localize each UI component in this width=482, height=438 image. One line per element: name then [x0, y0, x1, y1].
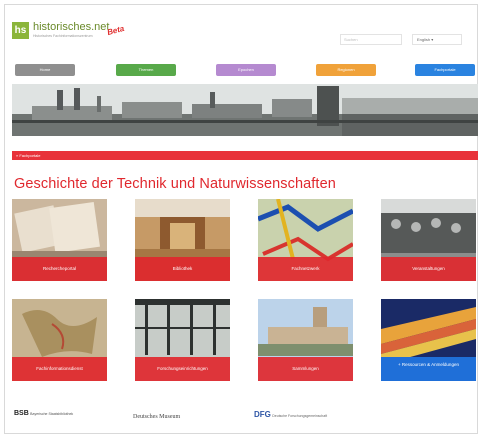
- tile-label: Fachinformationsdienst: [12, 357, 107, 381]
- tile-label: Forschungseinrichtungen: [135, 357, 230, 381]
- bsb-logo-text: Bayerische Staatsbibliothek: [30, 412, 74, 416]
- nav-home-button[interactable]: Home: [15, 64, 75, 76]
- deutsches-museum-logo[interactable]: Deutsches Museum: [133, 414, 180, 420]
- dfg-logo[interactable]: DFG Deutsche Forschungsgemeinschaft: [254, 410, 327, 419]
- bsb-logo-mark: BSB: [14, 410, 29, 417]
- tile-label: Veranstaltungen: [381, 257, 476, 281]
- bsb-logo[interactable]: BSB Bayerische Staatsbibliothek: [14, 410, 73, 417]
- tile-label: Fachnetzwerk: [258, 257, 353, 281]
- tile-forschungseinrichtungen[interactable]: Forschungseinrichtungen: [135, 299, 230, 381]
- nav-epochen-button[interactable]: Epochen: [216, 64, 276, 76]
- dfg-logo-text: Deutsche Forschungsgemeinschaft: [272, 414, 328, 418]
- tile-ressourcen[interactable]: + Ressourcen & Anmeldungen: [381, 299, 476, 381]
- nav-themen-button[interactable]: Themen: [116, 64, 176, 76]
- tile-bibliothek[interactable]: Bibliothek: [135, 199, 230, 281]
- site-title[interactable]: historisches.net: [33, 21, 109, 33]
- tile-fachnetzwerk[interactable]: Fachnetzwerk: [258, 199, 353, 281]
- page-title: Geschichte der Technik und Naturwissensc…: [14, 176, 336, 192]
- tile-sammlungen[interactable]: Sammlungen: [258, 299, 353, 381]
- language-select[interactable]: English ▾: [412, 34, 462, 45]
- tile-label: Sammlungen: [258, 357, 353, 381]
- tile-rechercheportal[interactable]: Rechercheportal: [12, 199, 107, 281]
- tile-label: + Ressourcen & Anmeldungen: [381, 357, 476, 381]
- search-input[interactable]: Suchen: [340, 34, 402, 45]
- dfg-logo-mark: DFG: [254, 410, 271, 419]
- site-logo[interactable]: hs: [12, 22, 29, 39]
- deutsches-museum-logo-text: Deutsches Museum: [133, 414, 181, 420]
- tile-label: Rechercheportal: [12, 257, 107, 281]
- panorama-image: [12, 84, 478, 136]
- nav-regionen-button[interactable]: Regionen: [316, 64, 376, 76]
- tile-veranstaltungen[interactable]: Veranstaltungen: [381, 199, 476, 281]
- tile-fachinformationsdienst[interactable]: Fachinformationsdienst: [12, 299, 107, 381]
- nav-fachportale-button[interactable]: Fachportale: [415, 64, 475, 76]
- tile-label: Bibliothek: [135, 257, 230, 281]
- site-tagline: Historisches Fachinformationszentrum: [33, 34, 93, 38]
- breadcrumb[interactable]: » Fachportale: [12, 151, 478, 160]
- city-panorama-banner: [12, 84, 478, 136]
